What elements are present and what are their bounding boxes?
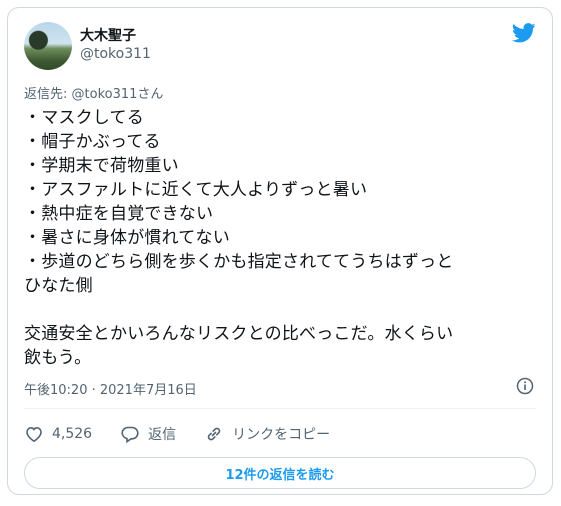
like-button[interactable]: 4,526 [24,424,92,444]
timestamp[interactable]: 午後10:20 · 2021年7月16日 [24,379,197,398]
copy-link-button[interactable]: リンクをコピー [204,424,330,444]
info-icon[interactable] [516,377,534,395]
read-replies-button[interactable]: 12件の返信を読む [24,457,536,489]
author-handle[interactable]: @toko311 [80,46,151,62]
reply-label: 返信 [148,427,177,443]
action-bar: 4,526 返信 リンクをコピー [24,422,358,446]
like-count: 4,526 [52,426,93,442]
tweet-card: 大木聖子 @toko311 返信先: @toko311さん ・マスクしてる ・帽… [7,7,553,495]
link-icon [207,427,221,441]
avatar[interactable] [24,22,72,70]
twitter-bird-icon[interactable] [512,23,536,43]
reply-icon [121,426,139,444]
divider [24,408,536,409]
reply-to-line: 返信先: @toko311さん [24,87,164,102]
copy-link-label: リンクをコピー [232,427,331,443]
author-name[interactable]: 大木聖子 [80,25,136,45]
reply-button[interactable]: 返信 [120,424,176,444]
tweet-text: ・マスクしてる ・帽子かぶってる ・学期末で荷物重い ・アスファルトに近くて大人… [24,108,454,368]
heart-icon [26,426,42,443]
